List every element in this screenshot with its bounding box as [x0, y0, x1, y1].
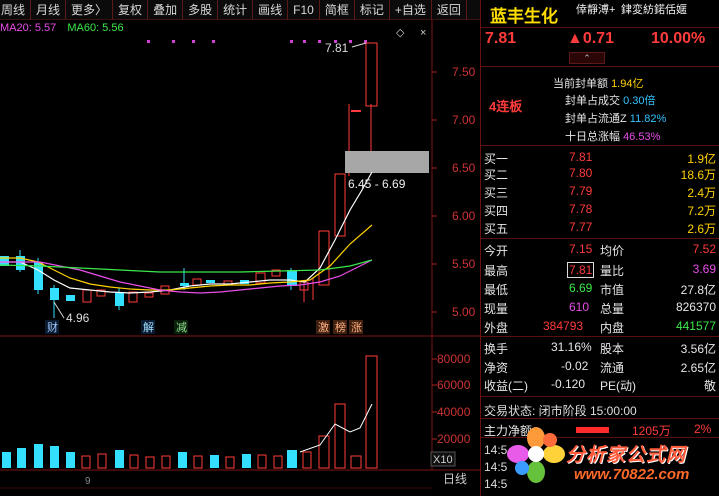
price-gap-zone	[345, 151, 429, 173]
vol-tick: 20000	[437, 432, 471, 446]
event-reduce: 减	[176, 321, 187, 334]
stock-sub-line-2: 銉変紡鍩佸嫟	[621, 4, 687, 16]
price-tick: 7.50	[452, 65, 476, 79]
turnover-rate: 31.16%	[551, 340, 592, 354]
event-incentive: 激	[318, 320, 329, 334]
period-label: 日线	[443, 472, 467, 486]
chevron-up-icon[interactable]: ⌃	[569, 52, 605, 64]
order-book-row[interactable]: 买二 7.80 18.6万	[481, 166, 719, 182]
price-tick: 7.00	[452, 113, 476, 127]
tab-weekly[interactable]: 周线	[0, 0, 32, 20]
multi-stock-button[interactable]: 多股	[183, 0, 219, 20]
outer-volume: 384793	[543, 319, 584, 333]
trade-status: 交易状态: 闭市阶段 15:00:00	[484, 404, 637, 418]
limit-label: 封单占流通Z	[565, 113, 627, 125]
high-price: 7.81	[567, 262, 595, 278]
statistics-button[interactable]: 统计	[218, 0, 254, 20]
price-tick: 6.00	[452, 209, 476, 223]
vol-unit: X10	[433, 454, 453, 466]
low-price: 6.69	[569, 281, 593, 295]
float-shares: 2.65亿	[680, 361, 716, 375]
date-axis-digit: 9	[85, 476, 91, 487]
tick-time: 14:5	[484, 443, 508, 457]
limit-value: 1.94亿	[611, 78, 644, 90]
flower-logo-icon	[507, 427, 565, 483]
price-tick: 5.00	[452, 305, 476, 319]
avg-price: 7.52	[692, 242, 716, 256]
price-change-pct: 10.00%	[651, 30, 706, 47]
inner-volume: 441577	[675, 319, 716, 333]
limit-label: 封单占成交	[565, 95, 620, 107]
price-axis: 7.50 7.00 6.50 6.00 5.50 5.00	[432, 65, 476, 319]
diamond-icon[interactable]: ◇	[396, 27, 405, 39]
ma-lines	[0, 171, 373, 294]
vol-tick: 40000	[437, 405, 471, 419]
gap-label: 6.45 - 6.69	[348, 177, 406, 191]
mark-button[interactable]: 标记	[355, 0, 390, 20]
draw-line-button[interactable]: 画线	[253, 0, 289, 20]
limit-label: 十日总涨幅	[565, 131, 620, 143]
ma20-value: MA20: 5.57	[0, 22, 57, 34]
low-label: 4.96	[66, 311, 90, 325]
add-watchlist-button[interactable]: +自选	[390, 0, 432, 20]
candles	[0, 42, 378, 318]
ma-legend: MA20: 5.57 MA60: 5.56	[0, 22, 132, 34]
current-volume: 610	[569, 300, 590, 314]
back-button[interactable]: 返回	[432, 0, 467, 20]
tab-monthly[interactable]: 月线	[31, 0, 67, 20]
limit-value: 46.53%	[623, 131, 661, 143]
pe-ratio: 敬	[703, 379, 716, 393]
net-assets: -0.02	[561, 359, 589, 373]
volume-axis: 80000 60000 40000 20000 X10 日线	[430, 352, 471, 486]
streak-badge: 4连板	[489, 99, 523, 114]
event-finance: 财	[47, 320, 58, 334]
eps: -0.120	[551, 377, 586, 391]
vol-tick: 60000	[437, 378, 471, 392]
simple-frame-button[interactable]: 简框	[320, 0, 355, 20]
tick-time: 14:5	[484, 460, 508, 474]
event-unlock: 解	[143, 320, 154, 334]
volume-bars	[2, 355, 378, 469]
volume-ratio: 3.69	[692, 262, 716, 276]
quote-panel: 蓝丰生化 倖靜溥+ 銉変紡鍩佸嫟 7.81 ▲0.71 10.00% ⌃ 当前封…	[480, 0, 719, 496]
kline-chart[interactable]: 7.50 7.00 6.50 6.00 5.50 5.00 80000 6000…	[0, 20, 480, 496]
stock-name: 蓝丰生化	[490, 7, 558, 26]
high-label: 7.81	[325, 41, 349, 55]
event-ranking: 榜	[335, 320, 346, 334]
chart-toolbar: 周线 月线 更多〉 复权 叠加 多股 统计 画线 F10 简框 标记 +自选 返…	[0, 0, 480, 20]
tab-more[interactable]: 更多〉	[66, 0, 114, 20]
close-icon[interactable]: ×	[420, 27, 426, 39]
f10-button[interactable]: F10	[288, 0, 320, 20]
price-tick: 5.50	[452, 257, 476, 271]
restore-right-button[interactable]: 复权	[113, 0, 149, 20]
event-limit-up: 涨	[351, 321, 362, 334]
event-markers: 财 解 减 激 榜 涨	[45, 320, 363, 334]
main-flow-pct: 2%	[694, 422, 712, 436]
vol-tick: 80000	[437, 352, 471, 366]
open-price: 7.15	[569, 242, 593, 256]
stock-sub-line: 倖靜溥+	[576, 4, 616, 16]
price-tick: 6.50	[452, 161, 476, 175]
tick-time: 14:5	[484, 477, 508, 491]
total-volume: 826370	[675, 300, 716, 314]
price-change: ▲0.71	[567, 30, 614, 47]
market-cap: 27.8亿	[680, 283, 716, 297]
overlay-button[interactable]: 叠加	[148, 0, 184, 20]
ma60-value: MA60: 5.56	[67, 22, 124, 34]
limit-value: 11.82%	[629, 113, 667, 125]
limit-value: 0.30倍	[623, 95, 656, 107]
order-book-row[interactable]: 买三 7.79 2.4万	[481, 184, 719, 200]
limit-label: 当前封单额	[553, 78, 608, 90]
order-book-row[interactable]: 买五 7.77 2.6万	[481, 220, 719, 236]
order-book-row[interactable]: 买一 7.81 1.9亿	[481, 150, 719, 166]
main-flow-bar	[576, 427, 609, 433]
current-price: 7.81	[485, 30, 517, 47]
price-row: 7.81 ▲0.71 10.00%	[481, 30, 719, 50]
share-capital: 3.56亿	[680, 342, 716, 356]
order-book-row[interactable]: 买四 7.78 7.2万	[481, 202, 719, 218]
watermark-url: www.70822.com	[574, 466, 690, 483]
watermark-title: 分析家公式网	[566, 445, 687, 466]
